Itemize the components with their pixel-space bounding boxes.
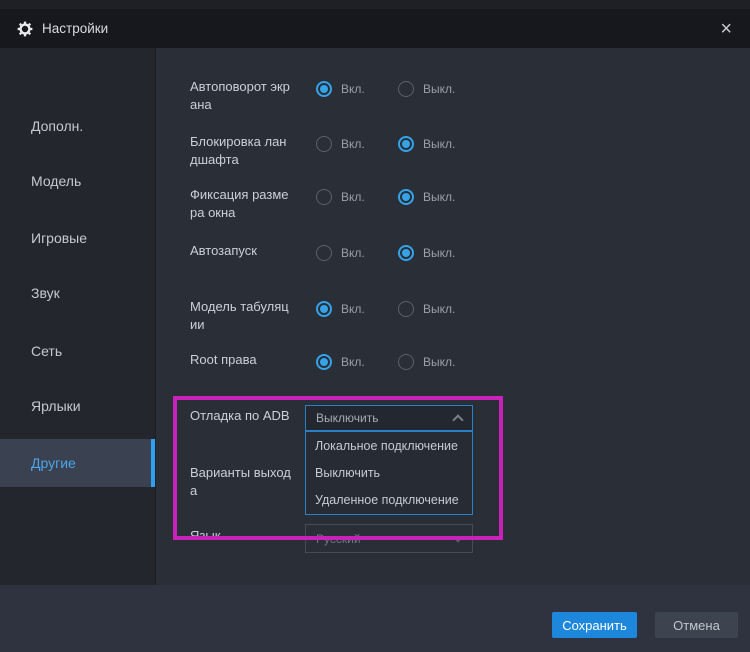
setting-row: Автозапуск Вкл. Выкл. <box>156 242 750 286</box>
radio-option-label: Вкл. <box>341 137 365 151</box>
setting-label: Модель табуляц ии <box>190 298 316 334</box>
radio-button-icon[interactable] <box>316 245 332 261</box>
sidebar-item-6[interactable]: Ярлыки <box>0 382 155 430</box>
window-top-edge <box>0 0 750 9</box>
radio-option-on[interactable]: Вкл. <box>316 301 365 317</box>
adb-debug-label: Отладка по ADB <box>190 407 316 425</box>
setting-row: Автоповорот экр ана Вкл. Выкл. <box>156 78 750 122</box>
radio-button-icon[interactable] <box>316 189 332 205</box>
sidebar-item-label: Игровые <box>31 230 87 246</box>
radio-option-off[interactable]: Выкл. <box>398 81 455 97</box>
radio-option-label: Вкл. <box>341 246 365 260</box>
sidebar-item-label: Звук <box>31 285 60 301</box>
chevron-down-icon <box>452 531 463 542</box>
radio-button-icon[interactable] <box>316 136 332 152</box>
setting-row: Фиксация разме ра окна Вкл. Выкл. <box>156 186 750 230</box>
sidebar-item-7[interactable]: Другие <box>0 439 155 487</box>
setting-label: Автозапуск <box>190 242 316 260</box>
adb-dropdown-value: Выключить <box>316 411 454 425</box>
radio-button-icon[interactable] <box>398 136 414 152</box>
radio-button-icon[interactable] <box>398 301 414 317</box>
adb-dropdown-option[interactable]: Локальное подключение <box>306 433 472 460</box>
radio-option-label: Вкл. <box>341 355 365 369</box>
titlebar: Настройки × <box>0 9 750 48</box>
radio-option-label: Вкл. <box>341 190 365 204</box>
setting-row: Root права Вкл. Выкл. <box>156 351 750 395</box>
radio-button-icon[interactable] <box>398 354 414 370</box>
sidebar-item-1[interactable]: Дополн. <box>0 102 155 150</box>
radio-option-label: Выкл. <box>423 246 455 260</box>
radio-option-label: Выкл. <box>423 137 455 151</box>
radio-button-icon[interactable] <box>398 81 414 97</box>
radio-option-on[interactable]: Вкл. <box>316 245 365 261</box>
chevron-up-icon <box>452 414 463 425</box>
language-dropdown-value: Русский <box>316 532 454 546</box>
sidebar-item-3[interactable]: Игровые <box>0 214 155 262</box>
radio-option-off[interactable]: Выкл. <box>398 189 455 205</box>
setting-row: Модель табуляц ии Вкл. Выкл. <box>156 298 750 342</box>
cancel-button[interactable]: Отмена <box>655 612 738 638</box>
radio-option-off[interactable]: Выкл. <box>398 301 455 317</box>
sidebar-item-4[interactable]: Звук <box>0 269 155 317</box>
radio-option-label: Выкл. <box>423 82 455 96</box>
exit-options-label: Варианты выход а <box>190 464 316 500</box>
sidebar-item-2[interactable]: Модель <box>0 157 155 205</box>
save-button[interactable]: Сохранить <box>552 612 637 638</box>
adb-dropdown[interactable]: Выключить <box>305 405 473 431</box>
settings-window: Настройки × Дополн. Модель Игровые Звук Сеть… <box>0 0 750 652</box>
sidebar: Дополн. Модель Игровые Звук Сеть Ярлыки Другие <box>0 48 155 585</box>
radio-option-label: Выкл. <box>423 302 455 316</box>
radio-option-label: Вкл. <box>341 302 365 316</box>
radio-button-icon[interactable] <box>316 354 332 370</box>
radio-option-label: Выкл. <box>423 190 455 204</box>
setting-label: Фиксация разме ра окна <box>190 186 316 222</box>
setting-label: Root права <box>190 351 316 369</box>
window-title: Настройки <box>42 21 108 36</box>
adb-dropdown-option[interactable]: Удаленное подключение <box>306 487 472 514</box>
adb-dropdown-option[interactable]: Выключить <box>306 460 472 487</box>
setting-row: Блокировка лан дшафта Вкл. Выкл. <box>156 133 750 177</box>
radio-option-label: Вкл. <box>341 82 365 96</box>
close-icon[interactable]: × <box>710 9 742 48</box>
radio-button-icon[interactable] <box>398 245 414 261</box>
language-label: Язык <box>190 527 316 545</box>
settings-panel: Автоповорот экр анаВкл.Выкл.Блокировка л… <box>155 48 750 585</box>
radio-option-on[interactable]: Вкл. <box>316 189 365 205</box>
radio-option-label: Выкл. <box>423 355 455 369</box>
sidebar-item-5[interactable]: Сеть <box>0 327 155 375</box>
radio-button-icon[interactable] <box>398 189 414 205</box>
sidebar-item-label: Другие <box>31 455 76 471</box>
setting-label: Блокировка лан дшафта <box>190 133 316 169</box>
sidebar-item-label: Модель <box>31 173 81 189</box>
setting-label: Автоповорот экр ана <box>190 78 316 114</box>
sidebar-item-label: Сеть <box>31 343 62 359</box>
radio-option-on[interactable]: Вкл. <box>316 354 365 370</box>
footer-bar: Сохранить Отмена <box>0 585 750 652</box>
settings-gear-icon <box>17 21 33 37</box>
sidebar-item-label: Дополн. <box>31 118 83 134</box>
radio-option-on[interactable]: Вкл. <box>316 81 365 97</box>
radio-option-on[interactable]: Вкл. <box>316 136 365 152</box>
radio-button-icon[interactable] <box>316 301 332 317</box>
radio-option-off[interactable]: Выкл. <box>398 245 455 261</box>
radio-option-off[interactable]: Выкл. <box>398 136 455 152</box>
adb-dropdown-list: Локальное подключениеВыключитьУдаленное … <box>305 431 473 515</box>
radio-button-icon[interactable] <box>316 81 332 97</box>
language-dropdown[interactable]: Русский <box>305 524 473 553</box>
radio-option-off[interactable]: Выкл. <box>398 354 455 370</box>
sidebar-item-label: Ярлыки <box>31 398 81 414</box>
